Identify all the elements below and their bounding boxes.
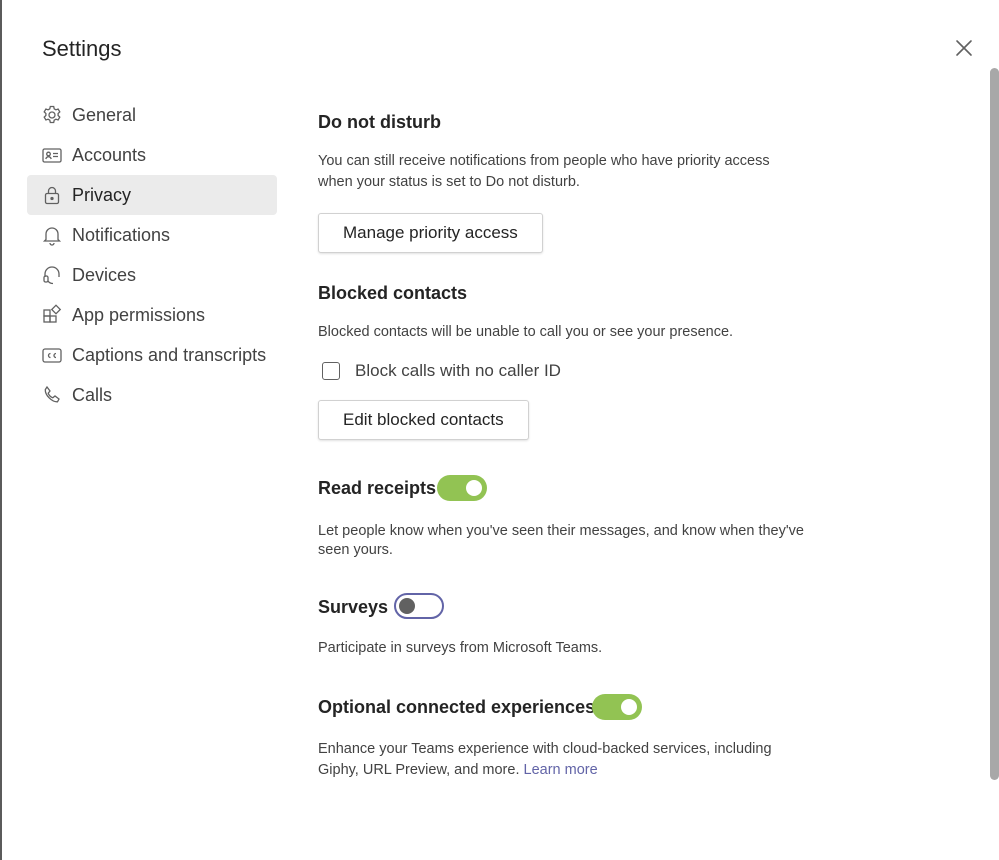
settings-nav: General Accounts Privacy Notifications D… bbox=[27, 95, 277, 415]
optional-experiences-toggle[interactable] bbox=[592, 694, 642, 720]
phone-icon bbox=[41, 384, 63, 406]
close-icon bbox=[956, 40, 972, 56]
edit-blocked-contacts-button[interactable]: Edit blocked contacts bbox=[318, 400, 529, 440]
optional-experiences-heading: Optional connected experiences bbox=[318, 697, 596, 717]
sidebar-item-label: Accounts bbox=[72, 144, 147, 165]
toggle-knob bbox=[621, 699, 637, 715]
sidebar-item-devices[interactable]: Devices bbox=[27, 255, 277, 295]
sidebar-item-accounts[interactable]: Accounts bbox=[27, 135, 277, 175]
headset-icon bbox=[41, 264, 63, 286]
sidebar-item-captions[interactable]: Captions and transcripts bbox=[27, 335, 277, 375]
read-receipts-toggle[interactable] bbox=[437, 475, 487, 501]
read-receipts-heading: Read receipts bbox=[318, 478, 437, 498]
blocked-contacts-description: Blocked contacts will be unable to call … bbox=[318, 324, 734, 340]
lock-icon bbox=[41, 184, 63, 206]
close-button[interactable] bbox=[952, 36, 976, 60]
sidebar-item-label: Notifications bbox=[72, 224, 171, 245]
toggle-knob bbox=[466, 480, 482, 496]
apps-icon bbox=[41, 304, 63, 326]
scrollbar[interactable] bbox=[990, 68, 999, 780]
sidebar-item-privacy[interactable]: Privacy bbox=[27, 175, 277, 215]
id-card-icon bbox=[41, 144, 63, 166]
dnd-description: You can still receive notifications from… bbox=[318, 153, 770, 190]
blocked-contacts-heading: Blocked contacts bbox=[318, 283, 468, 303]
surveys-toggle[interactable] bbox=[394, 593, 444, 619]
manage-priority-access-button[interactable]: Manage priority access bbox=[318, 213, 543, 253]
sidebar-item-label: General bbox=[72, 104, 137, 125]
sidebar-item-label: Captions and transcripts bbox=[72, 344, 267, 365]
surveys-heading: Surveys bbox=[318, 597, 389, 617]
sidebar-item-general[interactable]: General bbox=[27, 95, 277, 135]
gear-icon bbox=[41, 104, 63, 126]
block-no-caller-id-checkbox[interactable] bbox=[322, 362, 340, 380]
dnd-heading: Do not disturb bbox=[318, 112, 441, 132]
closed-captions-icon bbox=[41, 344, 63, 366]
block-no-caller-id-label: Block calls with no caller ID bbox=[355, 361, 561, 380]
sidebar-item-calls[interactable]: Calls bbox=[27, 375, 277, 415]
learn-more-link[interactable]: Learn more bbox=[524, 762, 598, 778]
sidebar-item-app-permissions[interactable]: App permissions bbox=[27, 295, 277, 335]
toggle-knob bbox=[399, 598, 415, 614]
dialog-title: Settings bbox=[42, 36, 122, 61]
sidebar-item-label: Devices bbox=[72, 264, 137, 285]
settings-dialog: Settings General Accounts Privacy Notifi… bbox=[0, 0, 999, 860]
sidebar-item-label: App permissions bbox=[72, 304, 206, 325]
sidebar-item-label: Calls bbox=[72, 384, 113, 405]
block-no-caller-id-option[interactable]: Block calls with no caller ID bbox=[322, 361, 561, 381]
bell-icon bbox=[41, 224, 63, 246]
optional-experiences-description: Enhance your Teams experience with cloud… bbox=[318, 739, 798, 781]
read-receipts-description: Let people know when you've seen their m… bbox=[318, 523, 804, 558]
surveys-description: Participate in surveys from Microsoft Te… bbox=[318, 640, 603, 656]
sidebar-item-notifications[interactable]: Notifications bbox=[27, 215, 277, 255]
sidebar-item-label: Privacy bbox=[72, 184, 132, 205]
